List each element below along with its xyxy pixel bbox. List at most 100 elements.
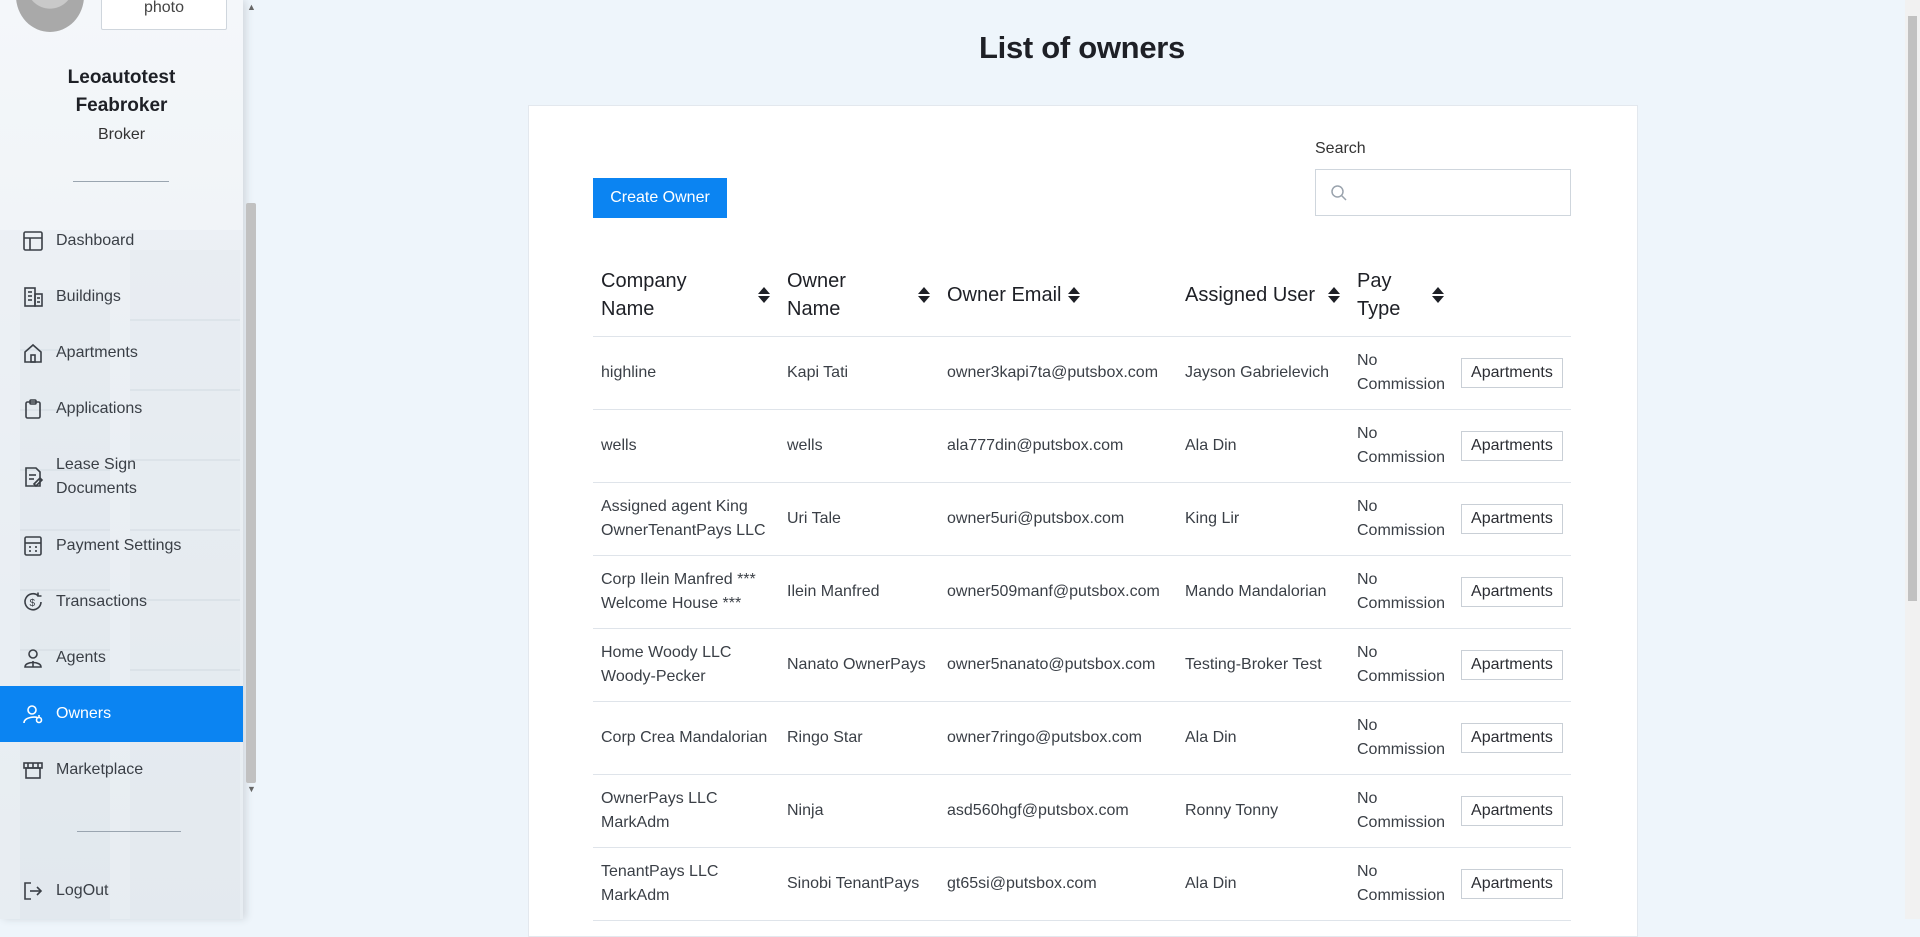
search-input[interactable] — [1352, 178, 1566, 208]
svg-text:$: $ — [30, 598, 36, 609]
profile-divider — [73, 181, 169, 182]
cell-actions: Apartments — [1453, 409, 1571, 483]
cell-pay-type: No Commission — [1349, 847, 1454, 921]
cell-owner-name: Sinobi TenantPays — [779, 847, 939, 921]
layout-icon — [22, 230, 44, 252]
sidebar-item-agents[interactable]: Agents — [0, 646, 243, 670]
apartments-button[interactable]: Apartments — [1461, 577, 1563, 607]
cell-company-name: wells — [593, 409, 779, 483]
sidebar-item-buildings[interactable]: Buildings — [0, 285, 243, 309]
cell-pay-type: No Commission — [1349, 555, 1454, 629]
column-header-pay-type[interactable]: Pay Type — [1349, 254, 1454, 337]
cell-assigned-user: Mando Mandalorian — [1177, 555, 1349, 629]
cell-owner-name: Ilein Manfred — [779, 555, 939, 629]
column-header-owner-email[interactable]: Owner Email — [939, 254, 1177, 337]
avatar[interactable] — [16, 0, 84, 32]
apartments-button[interactable]: Apartments — [1461, 431, 1563, 461]
cell-owner-name: Kapi Tati — [779, 336, 939, 410]
sidebar-item-label: Marketplace — [56, 761, 144, 778]
profile-role: Broker — [97, 126, 146, 143]
sidebar-item-applications[interactable]: Applications — [0, 397, 243, 421]
sidebar-item-label: Apartments — [56, 344, 138, 361]
apartments-button[interactable]: Apartments — [1461, 723, 1563, 753]
cell-actions: Apartments — [1453, 701, 1571, 775]
column-header-actions — [1453, 254, 1571, 337]
cell-owner-name: Uri Tale — [779, 482, 939, 556]
page-scrollbar[interactable] — [1905, 0, 1920, 919]
sidebar-item-owners[interactable]: Owners — [0, 686, 243, 742]
apartments-button[interactable]: Apartments — [1461, 650, 1563, 680]
column-header-label: Pay Type — [1357, 270, 1401, 320]
column-header-assigned-user[interactable]: Assigned User — [1177, 254, 1349, 337]
scroll-down-icon[interactable]: ▼ — [247, 784, 256, 794]
logout-label: LogOut — [56, 882, 109, 899]
sidebar-item-apartments[interactable]: Apartments — [0, 341, 243, 365]
sidebar-item-dashboard[interactable]: Dashboard — [0, 229, 243, 253]
sort-icon[interactable] — [757, 285, 771, 305]
owners-card: Create Owner Search Company Name Owner N… — [528, 105, 1638, 937]
sidebar: photo Leoautotest Feabroker Broker Dashb… — [0, 0, 243, 919]
cell-company-name: Home Woody LLC Woody-Pecker — [593, 628, 779, 702]
search-label: Search — [1315, 140, 1366, 157]
apartments-button[interactable]: Apartments — [1461, 358, 1563, 388]
cell-assigned-user: Ala Din — [1177, 701, 1349, 775]
cell-pay-type: No Commission — [1349, 336, 1454, 410]
sort-icon[interactable] — [1067, 285, 1081, 305]
cell-assigned-user: Ala Din — [1177, 847, 1349, 921]
table-row: Corp Ilein Manfred *** Welcome House ***… — [593, 555, 1571, 629]
cell-actions: Apartments — [1453, 847, 1571, 921]
apartments-button[interactable]: Apartments — [1461, 504, 1563, 534]
column-header-label: Company Name — [601, 270, 687, 320]
table-row: Assigned agent King OwnerTenantPays LLC … — [593, 482, 1571, 556]
cell-pay-type: No Commission — [1349, 409, 1454, 483]
sidebar-scrollbar-thumb[interactable] — [246, 203, 256, 783]
sidebar-item-lease-sign-documents[interactable]: Lease Sign Documents — [0, 453, 243, 501]
cell-company-name: TenantPays LLC MarkAdm — [593, 847, 779, 921]
sort-icon[interactable] — [1431, 285, 1445, 305]
column-header-company-name[interactable]: Company Name — [593, 254, 779, 337]
sidebar-item-payment-settings[interactable]: Payment Settings — [0, 534, 243, 558]
column-header-label: Assigned User — [1185, 284, 1316, 306]
scroll-up-icon[interactable]: ▲ — [247, 2, 256, 12]
dollar-cycle-icon: $ — [22, 591, 44, 613]
logout-button[interactable]: LogOut — [0, 879, 243, 903]
sort-icon[interactable] — [917, 285, 931, 305]
profile-name-line2: Feabroker — [75, 95, 168, 116]
cell-owner-email: owner7ringo@putsbox.com — [939, 701, 1177, 775]
table-row: wells wells ala777din@putsbox.com Ala Di… — [593, 409, 1571, 483]
cell-owner-name: wells — [779, 409, 939, 483]
calculator-icon — [22, 535, 44, 557]
page-scrollbar-thumb[interactable] — [1908, 16, 1917, 601]
page-title: List of owners — [979, 30, 1185, 65]
cell-owner-name: Ninja — [779, 774, 939, 848]
cell-pay-type: No Commission — [1349, 774, 1454, 848]
create-owner-button[interactable]: Create Owner — [593, 178, 727, 218]
buildings-icon — [22, 286, 44, 308]
sidebar-item-label: Applications — [56, 400, 143, 417]
table-row: Home Woody LLC Woody-Pecker Nanato Owner… — [593, 628, 1571, 702]
sidebar-item-label: Payment Settings — [56, 537, 182, 554]
sidebar-item-marketplace[interactable]: Marketplace — [0, 758, 243, 782]
cell-company-name: highline — [593, 336, 779, 410]
table-row: TenantPays LLC MarkAdm Sinobi TenantPays… — [593, 847, 1571, 921]
column-header-label: Owner Name — [787, 270, 846, 320]
cell-assigned-user: King Lir — [1177, 482, 1349, 556]
cell-pay-type: No Commission — [1349, 482, 1454, 556]
profile-name: Leoautotest Feabroker — [0, 64, 243, 120]
column-header-owner-name[interactable]: Owner Name — [779, 254, 939, 337]
sidebar-scrollbar[interactable]: ▲ ▼ — [246, 0, 258, 800]
search-box[interactable] — [1315, 169, 1571, 216]
sort-icon[interactable] — [1327, 285, 1341, 305]
sidebar-item-label: Transactions — [56, 593, 147, 610]
cell-owner-name: Nanato OwnerPays — [779, 628, 939, 702]
cell-company-name: OwnerPays LLC MarkAdm — [593, 774, 779, 848]
cell-company-name: Corp Crea Mandalorian — [593, 701, 779, 775]
sidebar-item-transactions[interactable]: $ Transactions — [0, 590, 243, 614]
photo-button[interactable]: photo — [101, 0, 227, 30]
apartments-button[interactable]: Apartments — [1461, 869, 1563, 899]
sidebar-item-label: Buildings — [56, 288, 121, 305]
cell-owner-email: gt65si@putsbox.com — [939, 847, 1177, 921]
owner-icon — [22, 703, 44, 725]
apartments-button[interactable]: Apartments — [1461, 796, 1563, 826]
cell-owner-email: owner3kapi7ta@putsbox.com — [939, 336, 1177, 410]
